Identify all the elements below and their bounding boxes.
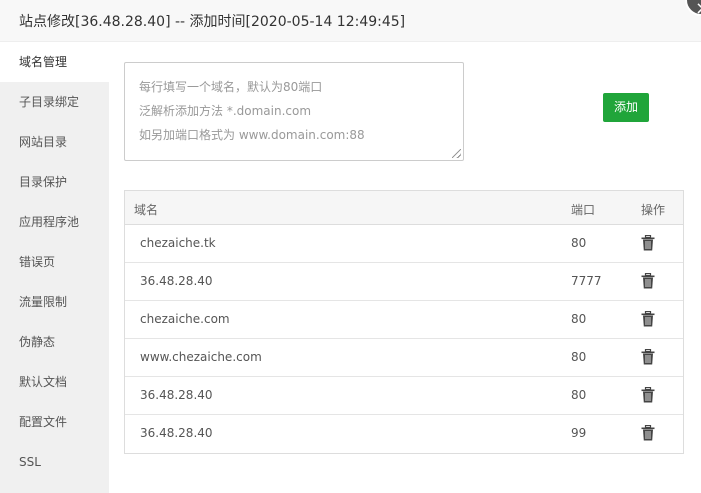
add-button[interactable]: 添加	[603, 93, 649, 122]
table-row: 36.48.28.40 7777	[125, 263, 683, 301]
cell-port: 80	[571, 312, 587, 326]
sidebar-item-traffic-limit[interactable]: 流量限制	[0, 282, 109, 322]
resize-handle-icon[interactable]	[452, 149, 461, 158]
trash-icon[interactable]	[641, 235, 655, 251]
trash-icon[interactable]	[641, 425, 655, 441]
sidebar-item-subdirectory-binding[interactable]: 子目录绑定	[0, 82, 109, 122]
placeholder-line: 泛解析添加方法 *.domain.com	[139, 104, 312, 118]
cell-domain: chezaiche.com	[140, 312, 230, 326]
sidebar-item-app-pool[interactable]: 应用程序池	[0, 202, 109, 242]
sidebar-item-default-document[interactable]: 默认文档	[0, 362, 109, 402]
sidebar-item-domain-management[interactable]: 域名管理	[0, 42, 109, 82]
column-header-domain: 域名	[134, 203, 159, 217]
cell-domain: 36.48.28.40	[140, 426, 213, 440]
cell-domain: www.chezaiche.com	[140, 350, 262, 364]
column-header-port: 端口	[571, 203, 596, 217]
trash-icon[interactable]	[641, 349, 655, 365]
sidebar-item-ssl[interactable]: SSL	[0, 442, 109, 482]
trash-icon[interactable]	[641, 387, 655, 403]
cell-domain: chezaiche.tk	[140, 236, 216, 250]
cell-port: 7777	[571, 274, 602, 288]
sidebar-item-config-file[interactable]: 配置文件	[0, 402, 109, 442]
sidebar-item-directory-protection[interactable]: 目录保护	[0, 162, 109, 202]
cell-port: 80	[571, 388, 587, 402]
dialog-titlebar: 站点修改[36.48.28.40] -- 添加时间[2020-05-14 12:…	[0, 0, 701, 42]
cell-port: 80	[571, 350, 587, 364]
sidebar-item-error-page[interactable]: 错误页	[0, 242, 109, 282]
table-row: 36.48.28.40 80	[125, 377, 683, 415]
sidebar-item-site-directory[interactable]: 网站目录	[0, 122, 109, 162]
column-header-action: 操作	[641, 203, 666, 217]
table-row: 36.48.28.40 99	[125, 415, 683, 453]
placeholder-line: 如另加端口格式为 www.domain.com:88	[139, 128, 365, 142]
cell-port: 80	[571, 236, 587, 250]
cell-port: 99	[571, 426, 587, 440]
dialog-title: 站点修改[36.48.28.40] -- 添加时间[2020-05-14 12:…	[19, 14, 406, 30]
trash-icon[interactable]	[641, 273, 655, 289]
placeholder-line: 每行填写一个域名，默认为80端口	[139, 80, 323, 94]
sidebar-item-rewrite[interactable]: 伪静态	[0, 322, 109, 362]
cell-domain: 36.48.28.40	[140, 274, 213, 288]
sidebar: 域名管理 子目录绑定 网站目录 目录保护 应用程序池 错误页 流量限制 伪静态 …	[0, 42, 109, 493]
cell-domain: 36.48.28.40	[140, 388, 213, 402]
table-row: chezaiche.tk 80	[125, 225, 683, 263]
domain-table: 域名 端口 操作 chezaiche.tk 80 36.48.28.40 777…	[124, 190, 684, 454]
table-row: chezaiche.com 80	[125, 301, 683, 339]
table-row: www.chezaiche.com 80	[125, 339, 683, 377]
domain-textarea[interactable]: 每行填写一个域名，默认为80端口 泛解析添加方法 *.domain.com 如另…	[124, 62, 464, 161]
table-header: 域名 端口 操作	[125, 191, 683, 225]
trash-icon[interactable]	[641, 311, 655, 327]
